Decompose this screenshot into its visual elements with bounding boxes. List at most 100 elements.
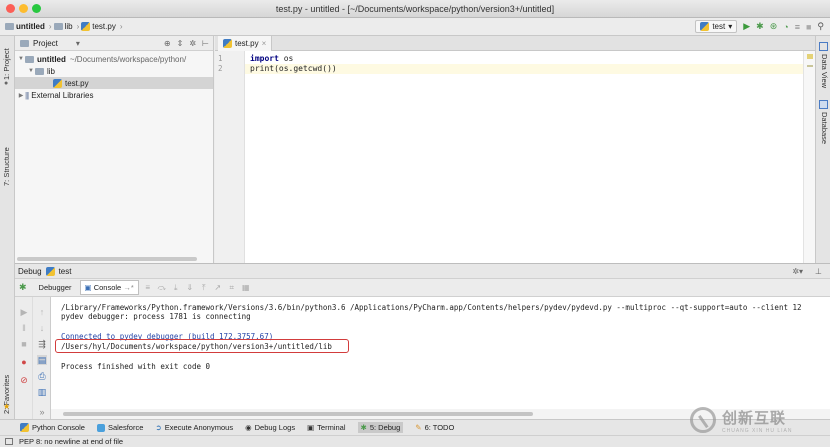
navigation-bar: untitled › lib › test.py › test ▾ ▶ ✱ ⊛ …: [0, 18, 830, 36]
terminal-tool[interactable]: ▣ Terminal: [307, 423, 345, 432]
debug-logs-tool[interactable]: ◉ Debug Logs: [245, 423, 295, 432]
breadcrumb-separator: ›: [76, 22, 80, 31]
breadcrumb-test-py[interactable]: test.py: [81, 22, 116, 31]
editor-marker-bar: [803, 51, 815, 263]
tab-debugger[interactable]: Debugger: [35, 281, 76, 294]
highlight-annotation-box: [55, 339, 349, 353]
folder-icon: [35, 67, 44, 75]
todo-icon: ✎: [415, 423, 422, 432]
python-file-icon: [45, 266, 55, 276]
data-view-tool-tab[interactable]: Data View: [820, 54, 829, 88]
breadcrumb-untitled[interactable]: untitled: [5, 22, 45, 31]
arrow-up-icon[interactable]: ↑: [37, 307, 47, 317]
step-out-icon[interactable]: ⤒: [199, 283, 209, 293]
execute-icon: ➲: [155, 423, 162, 432]
arrow-down-icon[interactable]: ↓: [37, 323, 47, 333]
python-file-icon: [81, 22, 91, 31]
database-icon: [819, 100, 828, 109]
tab-test-py[interactable]: test.py ×: [218, 36, 273, 51]
breadcrumb-lib[interactable]: lib: [53, 22, 73, 31]
chevron-down-icon[interactable]: ▾: [76, 39, 80, 48]
python-console-tool[interactable]: Python Console: [20, 423, 85, 432]
hide-panel-icon[interactable]: ⊥: [815, 267, 822, 276]
debug-icon[interactable]: ✱: [756, 21, 764, 32]
scrollbar-thumb[interactable]: [63, 412, 533, 416]
stop-icon[interactable]: ■: [19, 339, 29, 349]
pause-icon[interactable]: ‖: [19, 323, 29, 333]
code-editor[interactable]: import os print(os.getcwd()): [245, 51, 803, 263]
frames-icon[interactable]: ≡: [143, 283, 153, 293]
warning-stripe[interactable]: [807, 65, 813, 67]
profile-icon[interactable]: ◔: [783, 22, 788, 32]
python-file-icon: [53, 78, 62, 88]
stop-icon[interactable]: ■: [806, 22, 811, 32]
resume-icon[interactable]: ▶: [19, 307, 29, 317]
database-tool-tab[interactable]: Database: [820, 112, 829, 144]
hide-panel-icon[interactable]: ⊢: [202, 39, 209, 48]
execute-anonymous-tool[interactable]: ➲ Execute Anonymous: [155, 423, 233, 432]
concurrency-icon[interactable]: ≡: [795, 22, 800, 32]
project-tool-tab[interactable]: 1: Project: [2, 48, 11, 80]
close-icon[interactable]: ×: [262, 39, 267, 48]
library-icon: |||: [25, 90, 29, 100]
warning-marker[interactable]: [807, 54, 813, 59]
step-into-my-code-icon[interactable]: ⇓: [185, 283, 195, 293]
todo-tool[interactable]: ✎ 6: TODO: [415, 423, 454, 432]
toggle-tool-windows-icon[interactable]: [5, 438, 13, 445]
console-line: pydev debugger: process 1781 is connecti…: [61, 312, 251, 321]
breadcrumb-separator: ›: [48, 22, 52, 31]
scroll-to-end-icon[interactable]: ▤: [37, 355, 47, 365]
view-breakpoints-icon[interactable]: ●: [19, 357, 29, 367]
code-line: print(os.getcwd()): [250, 64, 337, 73]
gear-icon[interactable]: ✲: [189, 39, 196, 48]
debug-panel-header: Debug test ✲▾ ⊥: [15, 263, 830, 279]
editor-gutter: 1 2: [215, 51, 245, 263]
console-line: /Library/Frameworks/Python.framework/Ver…: [61, 303, 802, 312]
step-into-icon[interactable]: ⤓: [171, 283, 181, 293]
project-panel-header: Project ▾ ⊕ ⇕ ✲ ⊢: [15, 36, 213, 51]
tree-item-lib[interactable]: ▼ lib: [15, 65, 213, 77]
salesforce-tool[interactable]: Salesforce: [96, 423, 143, 432]
table-icon[interactable]: ▦: [241, 283, 251, 293]
status-message: PEP 8: no newline at end of file: [19, 437, 124, 446]
tree-item-test-py[interactable]: test.py: [15, 77, 213, 89]
search-icon[interactable]: ⚲: [817, 21, 824, 32]
window-title: test.py - untitled - [~/Documents/worksp…: [275, 4, 555, 14]
soft-wrap-icon[interactable]: ⇶: [37, 339, 47, 349]
project-scrollbar[interactable]: [17, 257, 197, 261]
expanded-arrow-icon[interactable]: ▼: [17, 56, 25, 62]
terminal-icon: ▣: [307, 423, 315, 432]
line-number: 1: [218, 54, 223, 63]
dot-icon: ●: [4, 80, 9, 87]
debug-tool[interactable]: ✱ 5: Debug: [357, 422, 404, 433]
structure-tool-tab[interactable]: 7: Structure: [2, 147, 11, 186]
console-output[interactable]: /Library/Frameworks/Python.framework/Ver…: [51, 297, 830, 409]
watermark-logo-icon: [690, 407, 716, 433]
print-icon[interactable]: ⎙: [37, 371, 47, 381]
run-icon[interactable]: ▶: [743, 21, 750, 32]
clear-all-icon[interactable]: ▥: [37, 387, 47, 397]
right-tool-strip: Data View Database: [815, 36, 830, 263]
collapse-icon[interactable]: ⇕: [177, 39, 184, 48]
folder-icon: [53, 23, 63, 30]
tab-console[interactable]: ▣ Console →*: [79, 280, 139, 295]
project-icon: [20, 39, 29, 47]
grid-icon: [819, 42, 828, 51]
gear-icon[interactable]: ✲▾: [792, 267, 803, 276]
star-icon: ★: [3, 402, 11, 411]
tree-item-external-libraries[interactable]: ▶ ||| External Libraries: [15, 89, 213, 101]
run-config-selector[interactable]: test ▾: [695, 20, 738, 33]
run-to-cursor-icon[interactable]: ↗: [213, 283, 223, 293]
collapsed-arrow-icon[interactable]: ▶: [17, 92, 25, 99]
evaluate-icon[interactable]: ⌗: [227, 283, 237, 293]
target-icon[interactable]: ⊕: [164, 39, 171, 48]
step-over-icon[interactable]: ⤼: [157, 283, 167, 293]
coverage-icon[interactable]: ⊛: [770, 21, 778, 32]
mute-breakpoints-icon[interactable]: ⊘: [19, 375, 29, 385]
expanded-arrow-icon[interactable]: ▼: [27, 68, 35, 74]
line-number: 2: [218, 64, 223, 73]
more-icon[interactable]: »: [37, 407, 47, 417]
chevron-down-icon: ▾: [728, 22, 733, 31]
tree-item-untitled[interactable]: ▼ untitled ~/Documents/workspace/python/: [15, 53, 213, 65]
pin-icon: →*: [123, 283, 134, 292]
